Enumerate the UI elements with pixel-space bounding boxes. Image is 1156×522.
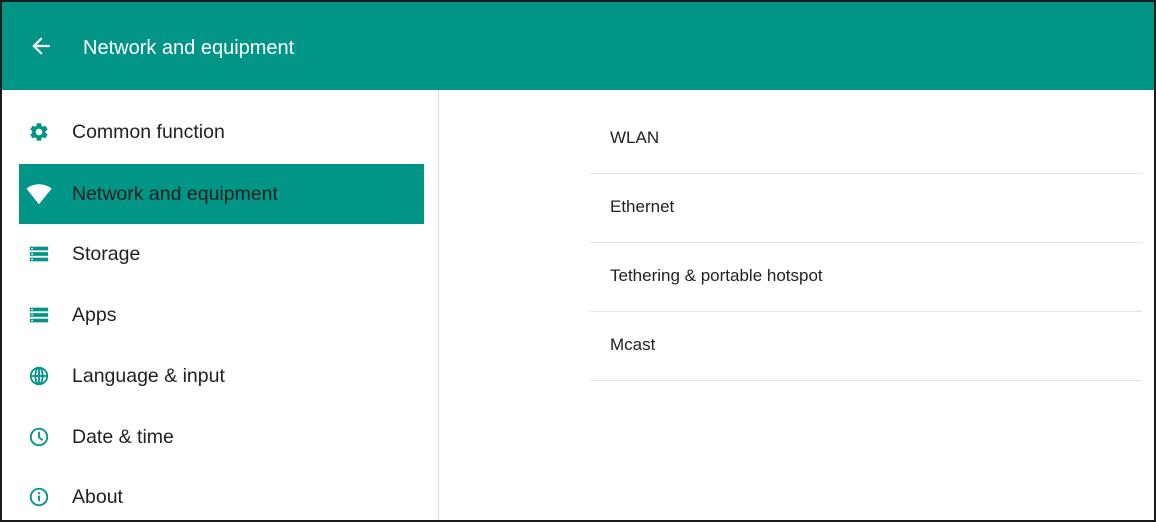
list-item-label: WLAN bbox=[610, 128, 660, 147]
list-item-label: Mcast bbox=[610, 335, 656, 354]
wifi-icon bbox=[26, 184, 52, 205]
sidebar-item-label: Network and equipment bbox=[72, 183, 278, 205]
info-icon bbox=[29, 487, 49, 507]
sidebar-item-label: Storage bbox=[72, 243, 141, 265]
sidebar-item-storage[interactable]: Storage bbox=[19, 224, 424, 284]
list-item-tethering-hotspot[interactable]: Tethering & portable hotspot bbox=[590, 243, 1142, 312]
list-item-label: Tethering & portable hotspot bbox=[610, 266, 823, 285]
storage-icon bbox=[29, 246, 49, 262]
gear-icon bbox=[30, 123, 48, 141]
sidebar-item-language-and-input[interactable]: Language & input bbox=[19, 346, 424, 406]
settings-window: Network and equipment Common function Ne… bbox=[0, 0, 1156, 522]
sidebar: Common function Network and equipment St… bbox=[2, 90, 439, 520]
sidebar-item-label: Date & time bbox=[72, 426, 174, 448]
app-bar: Network and equipment bbox=[2, 2, 1154, 90]
arrow-back-icon[interactable] bbox=[28, 33, 54, 59]
globe-icon bbox=[29, 366, 49, 386]
list-item-ethernet[interactable]: Ethernet bbox=[590, 174, 1142, 243]
sidebar-item-label: Language & input bbox=[72, 365, 225, 387]
sidebar-item-network-and-equipment[interactable]: Network and equipment bbox=[19, 164, 424, 224]
sidebar-item-label: About bbox=[72, 486, 123, 508]
sidebar-item-date-and-time[interactable]: Date & time bbox=[19, 407, 424, 467]
list-item-mcast[interactable]: Mcast bbox=[590, 312, 1142, 381]
page-title: Network and equipment bbox=[83, 37, 295, 59]
sidebar-item-apps[interactable]: Apps bbox=[19, 285, 424, 345]
sidebar-item-about[interactable]: About bbox=[19, 467, 424, 520]
clock-icon bbox=[29, 427, 49, 447]
sidebar-item-common-function[interactable]: Common function bbox=[19, 102, 424, 162]
list-item-label: Ethernet bbox=[610, 197, 675, 216]
settings-content: WLAN Ethernet Tethering & portable hotsp… bbox=[439, 90, 1154, 520]
sidebar-item-label: Apps bbox=[72, 304, 117, 326]
sidebar-item-label: Common function bbox=[72, 121, 225, 143]
apps-list-icon bbox=[29, 307, 49, 323]
list-item-wlan[interactable]: WLAN bbox=[590, 105, 1142, 174]
